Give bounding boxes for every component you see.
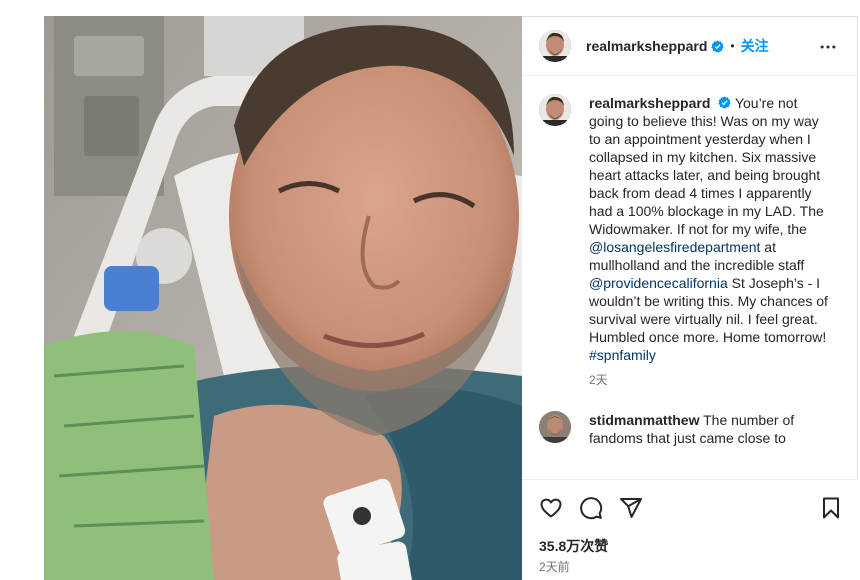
caption-body: realmarksheppard You’re not going to bel… — [589, 77, 829, 389]
comments-section[interactable]: realmarksheppard You’re not going to bel… — [522, 77, 858, 479]
verified-badge-icon — [718, 96, 731, 109]
avatar[interactable] — [539, 94, 571, 126]
post-actions: 35.8万次赞 2天前 — [522, 479, 858, 580]
avatar-image — [539, 411, 571, 443]
header-username[interactable]: realmarksheppard — [586, 38, 707, 54]
comment-icon[interactable] — [579, 496, 603, 520]
hashtag-link[interactable]: #spnfamily — [589, 347, 656, 363]
post-photo[interactable] — [44, 16, 522, 580]
avatar-image — [539, 94, 571, 126]
verified-badge-icon — [711, 39, 724, 53]
avatar[interactable] — [539, 30, 571, 62]
mention-link[interactable]: @providencecalifornia — [589, 275, 728, 291]
caption-timestamp: 2天 — [589, 373, 608, 387]
hospital-selfie-image — [44, 16, 522, 580]
heart-icon[interactable] — [539, 496, 563, 520]
more-horizontal-icon[interactable] — [818, 37, 838, 57]
likes-count[interactable]: 35.8万次赞 — [539, 536, 608, 556]
avatar-image — [539, 30, 571, 62]
separator-dot: • — [730, 39, 735, 53]
post-timestamp[interactable]: 2天前 — [539, 558, 570, 575]
comment-body: stidmanmatthew The number of fandoms tha… — [589, 411, 829, 447]
avatar[interactable] — [539, 411, 571, 443]
comment-item: stidmanmatthew The number of fandoms tha… — [522, 411, 858, 447]
caption-username[interactable]: realmarksheppard — [589, 95, 710, 111]
follow-button[interactable]: 关注 — [741, 36, 769, 56]
bookmark-icon[interactable] — [819, 496, 843, 520]
mention-link[interactable]: @losangelesfiredepartment — [589, 239, 760, 255]
post-side-panel: realmarksheppard • 关注 realmarksheppard Y… — [522, 16, 858, 580]
post-header: realmarksheppard • 关注 — [522, 17, 858, 76]
send-icon[interactable] — [619, 496, 643, 520]
caption-text-part-1: You’re not going to believe this! Was on… — [589, 95, 824, 237]
caption-comment: realmarksheppard You’re not going to bel… — [522, 77, 858, 389]
comment-username[interactable]: stidmanmatthew — [589, 412, 699, 428]
